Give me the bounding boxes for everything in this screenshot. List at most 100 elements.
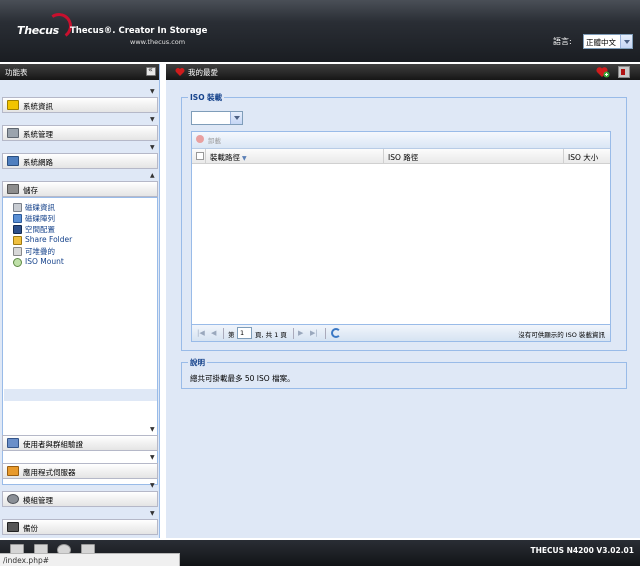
column-mount-path[interactable]: 裝載路徑 ▼ (206, 149, 384, 163)
favorites-title: 我的最愛 (188, 68, 218, 77)
space-icon (13, 225, 22, 234)
tree-item-label: 磁碟陣列 (25, 214, 55, 223)
chevron-down-icon[interactable]: ▼ (150, 510, 156, 517)
pager-separator (293, 328, 294, 339)
section-system-management[interactable]: 系統管理 (2, 125, 158, 141)
section-user-group-auth[interactable]: 使用者與群組驗證 (2, 435, 158, 451)
storage-icon (7, 184, 19, 194)
section-module-management[interactable]: 模組管理 (2, 491, 158, 507)
pager-separator (223, 328, 224, 339)
chevron-down-icon[interactable]: ▼ (150, 426, 156, 433)
iso-mount-grid: 卸載 裝載路徑 ▼ ISO 路徑 ISO 大小 |◀ ◀ 第 1 頁, 共 1 … (191, 131, 611, 342)
chevron-down-icon[interactable]: ▼ (150, 482, 156, 489)
page-number-input[interactable]: 1 (237, 327, 252, 339)
heart-icon (175, 68, 185, 76)
page-prefix: 第 (228, 331, 235, 339)
tree-item-label: 空間配置 (25, 225, 55, 234)
menu-panel: 功能表 ▼ 系統資訊 ▼ 系統管理 ▼ 系統網路 ▲ 儲存 磁碟資訊 磁碟陣列 … (0, 64, 160, 538)
section-backup[interactable]: 備份 (2, 519, 158, 535)
section-label: 應用程式伺服器 (23, 468, 76, 477)
column-iso-size[interactable]: ISO 大小 (564, 149, 610, 163)
tagline: Thecus®. Creator In Storage (70, 26, 208, 36)
content-panel: 我的最愛 ISO 裝載 卸載 裝載路徑 ▼ ISO 路徑 ISO 大小 |◀ ◀… (166, 64, 640, 538)
column-label: ISO 路徑 (388, 153, 419, 162)
description-legend: 說明 (188, 357, 207, 368)
tree-item-stackable[interactable]: 可堆疊的 (13, 246, 55, 257)
grid-toolbar: 卸載 (192, 132, 610, 149)
section-system-info[interactable]: 系統資訊 (2, 97, 158, 113)
grid-pager: |◀ ◀ 第 1 頁, 共 1 頁 ▶ ▶| 沒有可供顯示的 ISO 裝載資訊 (192, 324, 610, 341)
add-favorite-icon[interactable] (596, 66, 610, 78)
section-storage[interactable]: 儲存 (2, 181, 158, 197)
menu-title-text: 功能表 (5, 68, 28, 77)
first-page-icon[interactable]: |◀ (197, 329, 205, 337)
chevron-down-icon[interactable] (230, 112, 242, 124)
iso-select[interactable] (191, 111, 243, 125)
description-section: 說明 總共可掛載最多 50 ISO 檔案。 (181, 357, 627, 389)
backup-icon (7, 522, 19, 532)
iso-mount-legend: ISO 裝載 (188, 92, 225, 103)
tree-item-label: Share Folder (25, 235, 73, 244)
gear-icon (7, 494, 19, 504)
chevron-down-icon[interactable] (620, 35, 632, 48)
section-label: 使用者與群組驗證 (23, 440, 83, 449)
next-page-icon[interactable]: ▶ (298, 329, 303, 337)
column-label: 裝載路徑 (210, 153, 240, 162)
section-label: 備份 (23, 524, 38, 533)
language-select[interactable]: 正體中文 (583, 34, 633, 49)
chevron-down-icon[interactable]: ▼ (150, 116, 156, 123)
section-label: 系統網路 (23, 158, 53, 167)
header-select-all[interactable] (192, 149, 206, 163)
remove-icon (196, 135, 204, 143)
browser-status-url: /index.php# (0, 553, 180, 566)
unmount-button[interactable]: 卸載 (196, 135, 221, 145)
tree-item-disk-info[interactable]: 磁碟資訊 (13, 202, 55, 213)
tree-item-label: 可堆疊的 (25, 247, 55, 256)
chevron-up-icon[interactable]: ▲ (150, 172, 156, 179)
tools-icon (7, 128, 19, 138)
chevron-down-icon[interactable]: ▼ (150, 144, 156, 151)
unmount-label: 卸載 (208, 137, 221, 145)
section-label: 系統管理 (23, 130, 53, 139)
chevron-down-icon[interactable]: ▼ (150, 454, 156, 461)
sort-desc-icon: ▼ (242, 155, 247, 162)
tree-item-space-allocation[interactable]: 空間配置 (13, 224, 55, 235)
disc-icon (13, 258, 22, 267)
iso-mount-section: ISO 裝載 卸載 裝載路徑 ▼ ISO 路徑 ISO 大小 |◀ ◀ 第 1 … (181, 92, 627, 351)
info-icon (7, 100, 19, 110)
language-label: 語言: (553, 37, 572, 46)
chevron-down-icon[interactable]: ▼ (150, 88, 156, 95)
grid-header: 裝載路徑 ▼ ISO 路徑 ISO 大小 (192, 149, 610, 164)
select-all-checkbox[interactable] (196, 152, 204, 160)
section-app-server[interactable]: 應用程式伺服器 (2, 463, 158, 479)
tree-item-raid[interactable]: 磁碟陣列 (13, 213, 55, 224)
logout-icon[interactable] (618, 66, 630, 78)
raid-icon (13, 214, 22, 223)
stack-icon (13, 247, 22, 256)
section-system-network[interactable]: 系統網路 (2, 153, 158, 169)
disk-icon (13, 203, 22, 212)
column-iso-path[interactable]: ISO 路徑 (384, 149, 564, 163)
tree-item-label: 磁碟資訊 (25, 203, 55, 212)
tree-item-iso-mount[interactable]: ISO Mount (13, 257, 64, 268)
description-text: 總共可掛載最多 50 ISO 檔案。 (190, 374, 295, 383)
menu-panel-title: 功能表 (0, 64, 159, 80)
last-page-icon[interactable]: ▶| (310, 329, 318, 337)
selected-row-highlight (4, 389, 157, 401)
tree-item-share-folder[interactable]: Share Folder (13, 235, 72, 246)
prev-page-icon[interactable]: ◀ (211, 329, 216, 337)
refresh-icon[interactable] (331, 328, 341, 338)
network-icon (7, 156, 19, 166)
section-label: 系統資訊 (23, 102, 53, 111)
thecus-logo[interactable]: Thecus (14, 10, 75, 44)
tree-item-label: ISO Mount (25, 257, 64, 266)
website-link[interactable]: www.thecus.com (130, 38, 185, 46)
column-label: ISO 大小 (568, 153, 599, 162)
app-server-icon (7, 466, 19, 476)
header: Thecus Thecus®. Creator In Storage www.t… (0, 0, 640, 62)
folder-icon (13, 236, 22, 245)
language-value: 正體中文 (586, 38, 616, 47)
content-panel-title: 我的最愛 (166, 64, 640, 80)
collapse-panel-button[interactable] (146, 65, 156, 76)
section-label: 儲存 (23, 186, 38, 195)
